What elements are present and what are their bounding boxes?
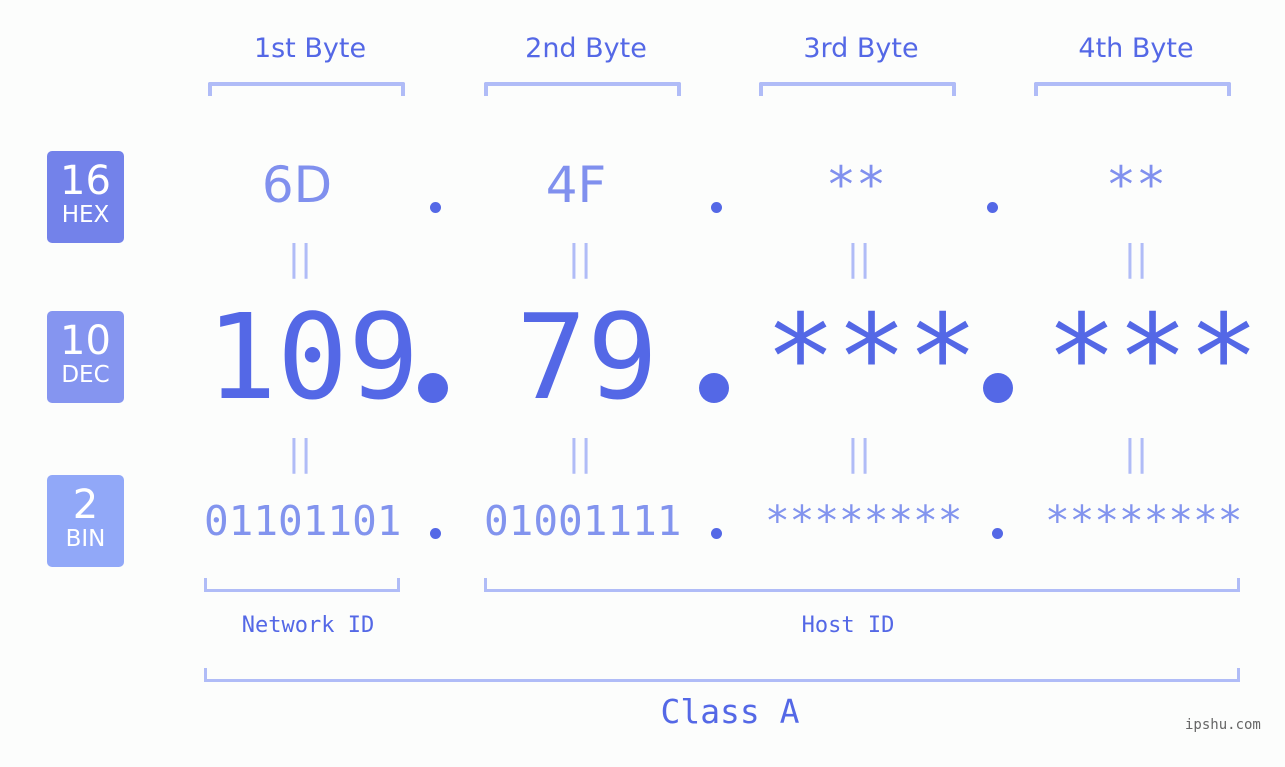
hex-value-1: 6D — [261, 156, 333, 214]
network-id-label: Network ID — [241, 613, 375, 638]
class-bracket — [204, 668, 1240, 682]
bin-value-1: 01101101 — [204, 497, 402, 545]
hex-base: 16 — [60, 158, 111, 204]
hex-badge: 16 HEX — [47, 151, 124, 243]
byte-bracket-2 — [484, 82, 681, 96]
hex-value-3: ** — [825, 156, 887, 214]
dec-value-4: *** — [1046, 288, 1260, 426]
dec-badge: 10 DEC — [47, 311, 124, 403]
dec-label: DEC — [61, 362, 110, 388]
dec-value-3: *** — [765, 288, 979, 426]
bin-value-2: 01001111 — [484, 497, 682, 545]
hex-dot-2 — [711, 202, 722, 213]
bin-dot-3 — [992, 528, 1003, 539]
equals-icon: || — [287, 238, 313, 279]
watermark: ipshu.com — [1185, 717, 1261, 733]
dec-value-1: 109 — [206, 288, 420, 426]
equals-icon: || — [846, 433, 872, 474]
equals-icon: || — [567, 433, 593, 474]
host-id-bracket — [484, 578, 1240, 592]
bin-dot-2 — [711, 528, 722, 539]
byte-header-3: 3rd Byte — [803, 33, 919, 64]
dec-value-2: 79 — [516, 288, 659, 426]
dec-dot-3 — [983, 373, 1013, 403]
equals-icon: || — [1123, 238, 1149, 279]
byte-bracket-4 — [1034, 82, 1231, 96]
bin-value-3: ******** — [765, 497, 963, 545]
byte-header-4: 4th Byte — [1078, 33, 1194, 64]
bin-base: 2 — [72, 482, 99, 528]
equals-icon: || — [567, 238, 593, 279]
bin-value-4: ******** — [1045, 497, 1243, 545]
class-label: Class A — [660, 692, 800, 731]
bin-dot-1 — [430, 528, 441, 539]
hex-label: HEX — [61, 202, 110, 228]
hex-value-2: 4F — [545, 156, 607, 214]
hex-value-4: ** — [1105, 156, 1167, 214]
network-id-bracket — [204, 578, 400, 592]
equals-icon: || — [1123, 433, 1149, 474]
dec-base: 10 — [60, 318, 111, 364]
bin-label: BIN — [65, 526, 106, 552]
equals-icon: || — [287, 433, 313, 474]
hex-dot-1 — [430, 202, 441, 213]
byte-bracket-3 — [759, 82, 956, 96]
byte-header-1: 1st Byte — [253, 33, 367, 64]
dec-dot-1 — [418, 373, 448, 403]
dec-dot-2 — [699, 373, 729, 403]
equals-icon: || — [846, 238, 872, 279]
host-id-label: Host ID — [801, 613, 895, 638]
hex-dot-3 — [987, 202, 998, 213]
byte-header-2: 2nd Byte — [525, 33, 647, 64]
byte-bracket-1 — [208, 82, 405, 96]
bin-badge: 2 BIN — [47, 475, 124, 567]
